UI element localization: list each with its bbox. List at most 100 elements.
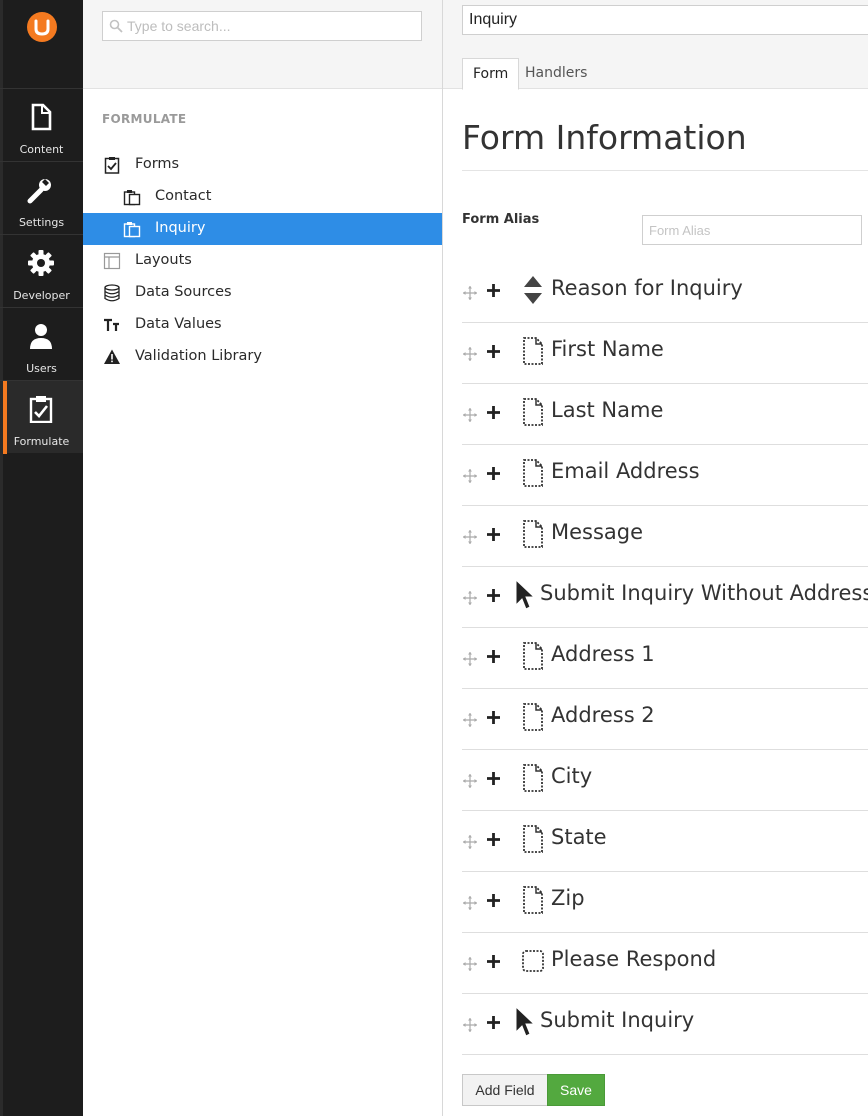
plus-icon[interactable] [487,589,500,602]
text-size-icon [104,318,119,331]
section-developer[interactable]: Developer [0,234,83,307]
plus-icon[interactable] [487,406,500,419]
search-input[interactable] [127,16,417,36]
section-label: Content [19,143,64,156]
editor-header: Form Handlers [443,0,868,90]
tree-item-contact[interactable]: Contact [83,181,442,213]
tree-item-data-values[interactable]: Data Values [83,309,442,341]
move-icon[interactable] [463,347,477,361]
document-dotted-icon [520,701,546,733]
database-icon [104,284,120,302]
field-label: Reason for Inquiry [551,276,743,300]
tree-item-validation-library[interactable]: Validation Library [83,341,442,373]
section-users[interactable]: Users [0,307,83,380]
move-icon[interactable] [463,835,477,849]
field-row[interactable]: Reason for Inquiry [462,262,868,323]
section-settings[interactable]: Settings [0,161,83,234]
field-row[interactable]: Message [462,506,868,567]
field-row[interactable]: State [462,811,868,872]
tree-item-label: Validation Library [135,348,262,364]
tree-item-label: Data Values [135,316,222,332]
field-row[interactable]: City [462,750,868,811]
add-field-button[interactable]: Add Field [462,1074,548,1106]
form-alias-input[interactable] [642,215,862,245]
form-editor: Form Handlers Form Information Form Alia… [443,0,868,1116]
section-label: Formulate [13,435,70,448]
move-icon[interactable] [463,652,477,666]
field-label: State [551,825,607,849]
plus-icon[interactable] [487,528,500,541]
form-alias-label: Form Alias [462,212,540,227]
field-row[interactable]: Submit Inquiry Without Address [462,567,868,628]
document-dotted-icon [520,335,546,367]
move-icon[interactable] [463,896,477,910]
tree-item-label: Data Sources [135,284,232,300]
plus-icon[interactable] [487,345,500,358]
field-label: Submit Inquiry [540,1008,695,1032]
wrench-icon [27,179,51,204]
move-icon[interactable] [463,713,477,727]
umbraco-logo-icon[interactable] [27,12,57,42]
app-sidebar: Content Settings Developer Users Formula… [0,0,83,1116]
tab-handlers[interactable]: Handlers [515,58,597,89]
plus-icon[interactable] [487,284,500,297]
divider [462,170,868,171]
field-label: Please Respond [551,947,717,971]
plus-icon[interactable] [487,711,500,724]
gear-icon [28,250,54,276]
move-icon[interactable] [463,591,477,605]
clipboard-icon [123,190,141,206]
plus-icon[interactable] [487,467,500,480]
field-row[interactable]: Address 2 [462,689,868,750]
section-label: Settings [18,216,65,229]
field-row[interactable]: First Name [462,323,868,384]
move-icon[interactable] [463,530,477,544]
tab-form[interactable]: Form [462,58,520,90]
search-icon [109,19,123,33]
page-title: Form Information [462,118,747,157]
tree-item-label: Contact [155,188,212,204]
field-row[interactable]: Zip [462,872,868,933]
move-icon[interactable] [463,286,477,300]
field-row[interactable]: Email Address [462,445,868,506]
plus-icon[interactable] [487,1016,500,1029]
tree-item-data-sources[interactable]: Data Sources [83,277,442,309]
move-icon[interactable] [463,774,477,788]
section-formulate[interactable]: Formulate [0,380,83,454]
document-dotted-icon [520,640,546,672]
field-row[interactable]: Submit Inquiry [462,994,868,1055]
section-label: Users [26,362,57,375]
move-icon[interactable] [463,408,477,422]
user-icon [30,324,52,349]
layout-icon [103,252,121,270]
clipboard-check-icon [29,396,53,423]
plus-icon[interactable] [487,833,500,846]
document-dotted-icon [520,518,546,550]
plus-icon[interactable] [487,894,500,907]
plus-icon[interactable] [487,772,500,785]
form-name-input[interactable] [462,5,868,35]
plus-icon[interactable] [487,650,500,663]
document-dotted-icon [520,823,546,855]
field-label: Zip [551,886,585,910]
cursor-icon [514,578,540,611]
search-box[interactable] [102,11,422,41]
move-icon[interactable] [463,1018,477,1032]
sort-arrows-icon [520,274,546,306]
field-label: Last Name [551,398,664,422]
tree-item-inquiry[interactable]: Inquiry [83,213,442,245]
section-content[interactable]: Content [0,88,83,161]
warning-icon [104,349,120,364]
tree-item-layouts[interactable]: Layouts [83,245,442,277]
document-dotted-icon [520,396,546,428]
field-row[interactable]: Last Name [462,384,868,445]
field-label: City [551,764,593,788]
tree-item-forms[interactable]: Forms [83,149,442,181]
plus-icon[interactable] [487,955,500,968]
move-icon[interactable] [463,957,477,971]
field-row[interactable]: Address 1 [462,628,868,689]
save-button[interactable]: Save [547,1074,605,1106]
document-dotted-icon [520,884,546,916]
move-icon[interactable] [463,469,477,483]
field-row[interactable]: Please Respond [462,933,868,994]
